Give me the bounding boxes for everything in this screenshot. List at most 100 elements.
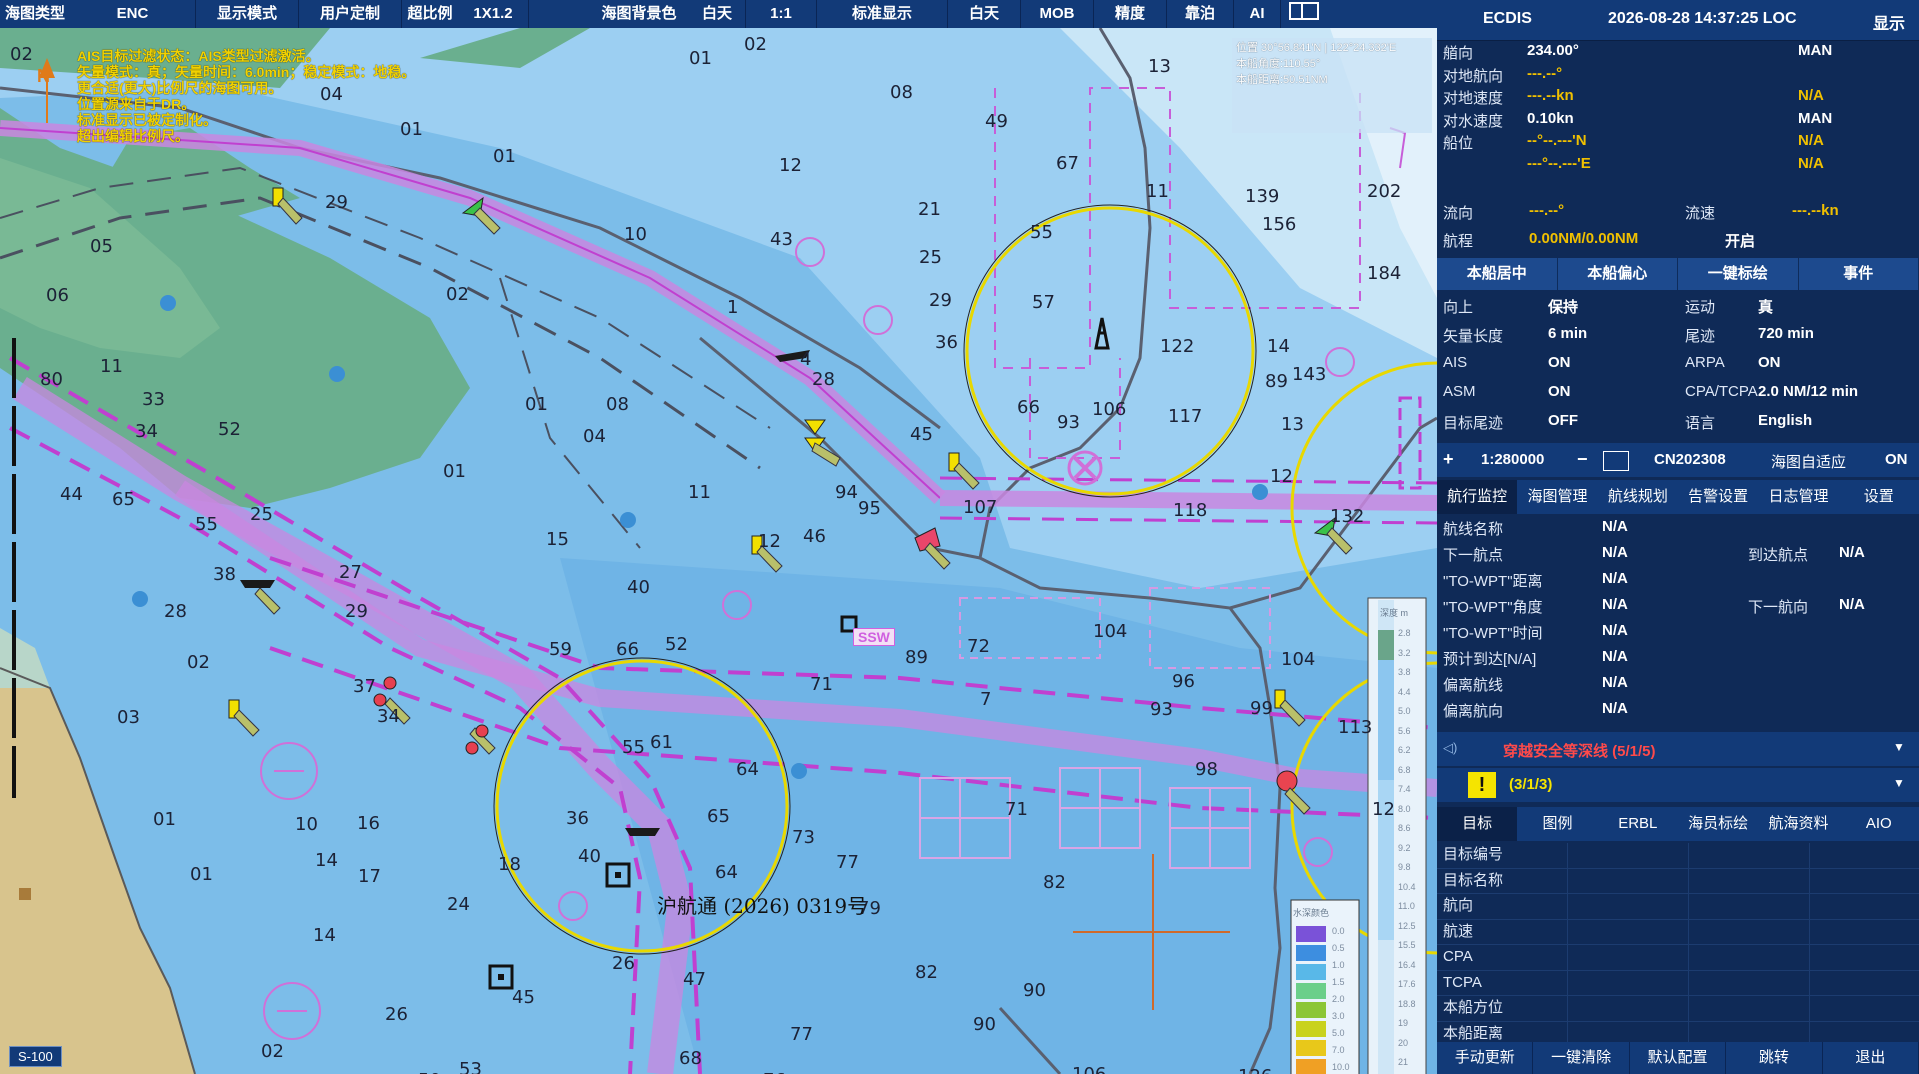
display-mode-button[interactable]: 显示模式 [196,0,299,28]
depth-sounding: 71 [1005,799,1028,820]
depth-legend-value: 3.0 [1332,1011,1345,1021]
depth-sounding: 28 [164,601,187,622]
tab-log-management[interactable]: 日志管理 [1758,480,1838,514]
zoom-in-button[interactable]: + [1443,449,1454,470]
depth-sounding: 64 [736,759,759,780]
setting-value[interactable]: 720 min [1758,325,1814,342]
tab-nav-monitor[interactable]: 航行监控 [1437,480,1518,514]
tab-erbl[interactable]: ERBL [1598,807,1678,841]
tab-nautical-info[interactable]: 航海资料 [1758,807,1838,841]
depth-scale-tick: 9.8 [1398,862,1411,872]
nav-status: MAN [1798,109,1833,127]
route-value: N/A [1839,544,1865,561]
depth-sounding: 01 [443,461,466,482]
depth-sounding: 40 [627,577,650,598]
setting-value[interactable]: ON [1758,354,1781,371]
chevron-down-icon[interactable]: ▼ [1893,776,1905,790]
user-custom-button[interactable]: 用户定制 [299,0,402,28]
ratio-button[interactable]: 1:1 [746,0,817,28]
route-value: N/A [1602,700,1628,717]
depth-sounding: 36 [935,332,958,353]
setting-value[interactable]: English [1758,412,1812,429]
nav-label: 船位 [1443,135,1474,152]
default-config-button[interactable]: 默认配置 [1630,1042,1727,1074]
split-screen-icon[interactable] [1281,0,1327,28]
target-row: 目标编号 [1437,843,1919,869]
zoom-out-button[interactable]: − [1577,449,1588,470]
depth-sounding: 14 [1267,336,1290,357]
palette-day-button[interactable]: 白天 [948,0,1021,28]
setting-value[interactable]: OFF [1548,412,1578,429]
chart-type-button[interactable]: ENC [70,0,196,28]
nav-label: 对地速度 [1443,90,1504,107]
clear-all-button[interactable]: 一键清除 [1533,1042,1630,1074]
accuracy-button[interactable]: 精度 [1094,0,1167,28]
tab-route-planning[interactable]: 航线规划 [1598,480,1678,514]
tab-aio[interactable]: AIO [1839,807,1919,841]
target-cell [1568,996,1689,1021]
background-day-button[interactable]: 白天 [689,0,746,28]
standard-display-button[interactable]: 标准显示 [817,0,948,28]
setting-value[interactable]: 真 [1758,296,1773,317]
target-row: 航速 [1437,919,1919,945]
current-row: 流向 ---.--° 流速 ---.--kn [1437,202,1919,226]
display-menu-button[interactable]: 显示 [1873,10,1905,34]
depth-scale-tick: 20 [1398,1037,1409,1048]
depth-sounding: 55 [1030,222,1053,243]
exit-button[interactable]: 退出 [1823,1042,1919,1074]
setting-value[interactable]: ON [1548,383,1571,400]
berthing-button[interactable]: 靠泊 [1167,0,1234,28]
depth-sounding: 93 [1150,699,1173,720]
mob-button[interactable]: MOB [1021,0,1094,28]
overscale-value[interactable]: 1X1.2 [458,0,529,28]
scale-bar: + 1:280000 − CN202308 海图自适应 ON [1437,443,1919,477]
tab-mariner-plot[interactable]: 海员标绘 [1678,807,1758,841]
tab-chart-management[interactable]: 海图管理 [1517,480,1597,514]
safety-contour-alarm[interactable]: ◁) 穿越安全等深线 (5/1/5) ▼ [1437,732,1919,766]
offset-own-ship-button[interactable]: 本船偏心 [1558,258,1678,290]
warning-icon: ! [1468,772,1496,798]
target-field-label: 航速 [1437,919,1568,944]
setting-value[interactable]: 2.0 NM/12 min [1758,383,1858,400]
ai-button[interactable]: AI [1234,0,1281,28]
depth-sounding: 08 [606,394,629,415]
quick-plot-button[interactable]: 一键标绘 [1678,258,1799,290]
mode-label: ECDIS [1483,10,1532,27]
setting-row: 矢量长度 6 min 尾迹 720 min [1437,325,1919,349]
scale-value[interactable]: 1:280000 [1481,451,1544,468]
tab-alarm-settings[interactable]: 告警设置 [1678,480,1758,514]
s100-button[interactable]: S-100 [9,1046,62,1067]
depth-sounding: 104 [1281,649,1316,670]
setting-value[interactable]: 保持 [1548,296,1578,317]
jump-button[interactable]: 跳转 [1726,1042,1823,1074]
chart-cell-box-icon[interactable] [1603,451,1629,471]
depth-sounding: 65 [707,806,730,827]
chart-canvas[interactable]: AIS目标过滤状态：AIS类型过滤激活。 矢量模式：真；矢量时间：6.0min；… [0,28,1437,1074]
setting-value[interactable]: 6 min [1548,325,1587,342]
nav-label: 对地航向 [1443,67,1504,85]
target-field-label: TCPA [1437,970,1568,995]
route-row: 航线名称 N/A [1437,518,1919,542]
setting-label: 向上 [1443,299,1474,316]
auto-adapt-toggle[interactable]: ON [1885,451,1908,468]
depth-sounding: 117 [1168,406,1203,427]
setting-value[interactable]: ON [1548,354,1571,371]
own-ship-bearing: 本船角度:110.55° [1236,58,1321,70]
tab-settings[interactable]: 设置 [1839,480,1919,514]
chevron-down-icon[interactable]: ▼ [1893,740,1905,754]
warning-alarm[interactable]: ! (3/1/3) ▼ [1437,768,1919,802]
depth-sounding: 01 [525,394,548,415]
target-row: 本船方位 [1437,996,1919,1022]
manual-update-button[interactable]: 手动更新 [1437,1042,1534,1074]
depth-sounding: 33 [142,389,165,410]
event-button[interactable]: 事件 [1799,258,1919,290]
route-row: 预计到达[N/A] N/A [1437,648,1919,672]
target-cell [1689,843,1810,868]
tab-target[interactable]: 目标 [1437,807,1518,841]
center-own-ship-button[interactable]: 本船居中 [1437,258,1558,290]
depth-sounding: 14 [313,925,336,946]
ais-status-line-4: 位置源来自于DR。 [77,96,196,112]
north-arrow-icon: N [37,66,50,86]
target-cell [1689,996,1810,1021]
tab-legend[interactable]: 图例 [1517,807,1597,841]
